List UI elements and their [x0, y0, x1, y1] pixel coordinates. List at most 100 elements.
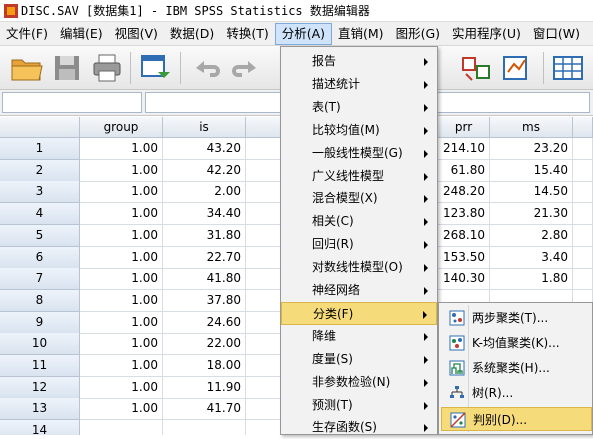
cell-group[interactable]: 1.00: [80, 355, 163, 377]
row-header[interactable]: 1: [0, 138, 80, 160]
analyze-menu-item[interactable]: 回归(R): [281, 233, 437, 256]
analyze-menu-item[interactable]: 广义线性模型: [281, 165, 437, 188]
cell-ms[interactable]: 14.50: [490, 181, 573, 204]
cell-next[interactable]: [573, 224, 593, 247]
cell-prr[interactable]: 248.20: [438, 181, 490, 204]
cell-next[interactable]: [573, 181, 593, 204]
cell-is[interactable]: 24.60: [163, 311, 246, 334]
row-header[interactable]: 3: [0, 181, 80, 204]
column-header-prr[interactable]: prr: [438, 117, 490, 138]
menu-item-twostep-cluster[interactable]: 两步聚类(T)...: [441, 306, 592, 330]
analyze-menu-item[interactable]: 混合模型(X): [281, 187, 437, 210]
analyze-menu-item[interactable]: 相关(C): [281, 210, 437, 233]
cell-group[interactable]: 1.00: [80, 268, 163, 291]
cell-group[interactable]: 1.00: [80, 333, 163, 356]
menu-data[interactable]: 数据(D): [164, 23, 220, 45]
cell-is[interactable]: 42.20: [163, 159, 246, 182]
column-header-is[interactable]: is: [163, 117, 246, 138]
cell-is[interactable]: 41.70: [163, 398, 246, 421]
row-header[interactable]: 6: [0, 246, 80, 269]
row-header[interactable]: 7: [0, 268, 80, 291]
analyze-menu-item[interactable]: 报告: [281, 50, 437, 73]
cell-group[interactable]: 1.00: [80, 181, 163, 204]
row-header[interactable]: 10: [0, 333, 80, 356]
cell-is[interactable]: 31.80: [163, 224, 246, 247]
analyze-menu-item[interactable]: 描述统计: [281, 73, 437, 96]
cell-next[interactable]: [573, 268, 593, 291]
cell-is[interactable]: 41.80: [163, 268, 246, 291]
cell-group[interactable]: 1.00: [80, 203, 163, 226]
save-icon[interactable]: [50, 52, 84, 84]
cell-next[interactable]: [573, 203, 593, 226]
cell-group[interactable]: 1.00: [80, 246, 163, 269]
value-labels-icon[interactable]: [551, 52, 585, 84]
analyze-menu-item[interactable]: 预测(T): [281, 394, 437, 417]
cell-group[interactable]: 1.00: [80, 159, 163, 182]
cell-next[interactable]: [573, 246, 593, 269]
menu-item-discriminant[interactable]: 判别(D)...: [441, 407, 592, 431]
dialog-recall-icon[interactable]: [138, 52, 172, 84]
row-header[interactable]: 12: [0, 376, 80, 399]
column-header-group[interactable]: group: [80, 117, 163, 138]
cell-group[interactable]: 1.00: [80, 311, 163, 334]
cell-prr[interactable]: 153.50: [438, 246, 490, 269]
cell-group[interactable]: [80, 420, 163, 435]
cell-is[interactable]: 34.40: [163, 203, 246, 226]
cell-is[interactable]: [163, 420, 246, 435]
cell-is[interactable]: 37.80: [163, 289, 246, 312]
cell-is[interactable]: 11.90: [163, 376, 246, 399]
menu-file[interactable]: 文件(F): [0, 23, 54, 45]
analyze-menu-item[interactable]: 分类(F): [281, 301, 437, 325]
analyze-menu-item[interactable]: 比较均值(M): [281, 119, 437, 142]
print-icon[interactable]: [90, 52, 124, 84]
menu-graphs[interactable]: 图形(G): [390, 23, 446, 45]
cell-prr[interactable]: 61.80: [438, 159, 490, 182]
analyze-menu-item[interactable]: 非参数检验(N): [281, 371, 437, 394]
menu-view[interactable]: 视图(V): [109, 23, 164, 45]
row-header[interactable]: 8: [0, 289, 80, 312]
analyze-menu-item[interactable]: 降维: [281, 325, 437, 348]
menu-direct-marketing[interactable]: 直销(M): [332, 23, 390, 45]
cell-is[interactable]: 22.70: [163, 246, 246, 269]
cell-ms[interactable]: 15.40: [490, 159, 573, 182]
cell-is[interactable]: 43.20: [163, 138, 246, 160]
analyze-menu-item[interactable]: 神经网络: [281, 279, 437, 302]
menu-analyze[interactable]: 分析(A): [274, 22, 333, 45]
cell-prr[interactable]: 140.30: [438, 268, 490, 291]
open-folder-icon[interactable]: [10, 52, 44, 84]
cell-prr[interactable]: 268.10: [438, 224, 490, 247]
cell-prr[interactable]: 214.10: [438, 138, 490, 160]
analyze-menu-item[interactable]: 一般线性模型(G): [281, 142, 437, 165]
analyze-menu-item[interactable]: 生存函数(S): [281, 416, 437, 439]
cell-prr[interactable]: 123.80: [438, 203, 490, 226]
menu-edit[interactable]: 编辑(E): [54, 23, 109, 45]
row-header[interactable]: 5: [0, 224, 80, 247]
cell-group[interactable]: 1.00: [80, 289, 163, 312]
column-header-ms[interactable]: ms: [490, 117, 573, 138]
cell-ms[interactable]: 21.30: [490, 203, 573, 226]
cell-group[interactable]: 1.00: [80, 398, 163, 421]
cell-group[interactable]: 1.00: [80, 376, 163, 399]
row-header[interactable]: 11: [0, 355, 80, 377]
row-header[interactable]: 4: [0, 203, 80, 226]
menu-item-hierarchical-cluster[interactable]: 系统聚类(H)...: [441, 356, 592, 380]
analyze-menu-item[interactable]: 度量(S): [281, 348, 437, 371]
menu-transform[interactable]: 转换(T): [220, 23, 274, 45]
analyze-menu-item[interactable]: 对数线性模型(O): [281, 256, 437, 279]
cell-group[interactable]: 1.00: [80, 138, 163, 160]
weight-cases-icon[interactable]: [500, 52, 534, 84]
cell-name-box[interactable]: [2, 92, 142, 113]
menu-utilities[interactable]: 实用程序(U): [446, 23, 527, 45]
menu-item-kmeans-cluster[interactable]: K-均值聚类(K)...: [441, 331, 592, 355]
cell-ms[interactable]: 2.80: [490, 224, 573, 247]
cell-group[interactable]: 1.00: [80, 224, 163, 247]
cell-next[interactable]: [573, 138, 593, 160]
split-file-icon[interactable]: [460, 52, 494, 84]
menu-window[interactable]: 窗口(W): [527, 23, 586, 45]
menu-item-tree[interactable]: 树(R)...: [441, 381, 592, 405]
column-header-next[interactable]: [573, 117, 593, 138]
redo-icon[interactable]: [228, 52, 262, 84]
cell-next[interactable]: [573, 159, 593, 182]
cell-ms[interactable]: 1.80: [490, 268, 573, 291]
row-header[interactable]: 2: [0, 159, 80, 182]
